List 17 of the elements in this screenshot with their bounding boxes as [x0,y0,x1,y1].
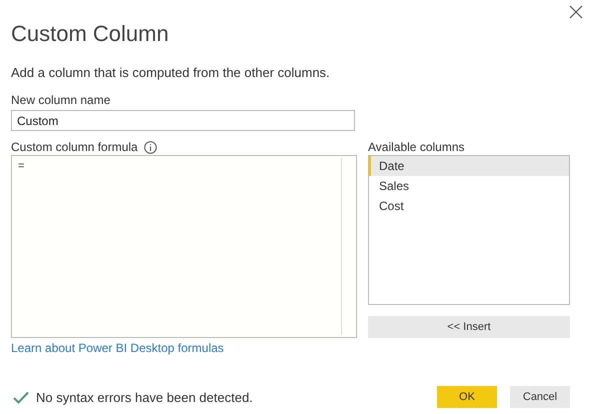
list-item[interactable]: Cost [369,196,569,216]
field-label: Custom column formula [11,139,138,155]
info-icon [144,140,157,154]
help-link[interactable]: Learn about Power BI Desktop formulas [11,341,224,356]
list-item[interactable]: Sales [369,176,569,196]
cancel-button[interactable]: Cancel [510,386,570,408]
ok-button[interactable]: OK [437,386,497,408]
close-icon[interactable] [569,5,583,19]
status-text: No syntax errors have been detected. [36,390,253,404]
field-label: Available columns [368,139,466,155]
insert-button[interactable]: << Insert [368,316,570,338]
name-input-field[interactable]: Custom [11,110,355,131]
dialog-title: Custom Column [11,20,170,48]
formula-editor[interactable]: = [11,155,357,338]
field-label: New column name [11,93,112,108]
list-item[interactable]: Date [369,156,569,176]
description-text: Add a column that is computed from the other columns. [11,65,331,81]
